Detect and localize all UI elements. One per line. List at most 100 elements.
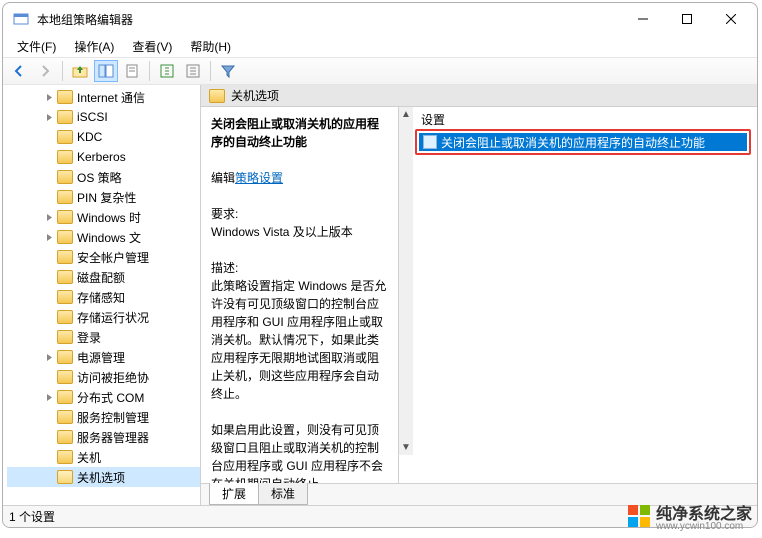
tree-item[interactable]: iSCSI	[7, 107, 200, 127]
tree-item-label: 关机	[77, 449, 101, 466]
tree-item[interactable]: 关机选项	[7, 467, 200, 487]
titlebar: 本地组策略编辑器	[3, 3, 757, 35]
forward-button[interactable]	[33, 60, 57, 82]
folder-icon	[57, 290, 73, 304]
expand-icon[interactable]	[43, 211, 55, 223]
tree-item[interactable]: Kerberos	[7, 147, 200, 167]
description-text: 此策略设置指定 Windows 是否允许没有可见顶级窗口的控制台应用程序和 GU…	[211, 279, 386, 483]
tree-item[interactable]: 关机	[7, 447, 200, 467]
toolbar-separator	[149, 61, 150, 81]
export-list-button[interactable]	[181, 60, 205, 82]
tree-item-label: iSCSI	[77, 110, 108, 124]
scroll-down-icon[interactable]: ▼	[401, 442, 411, 453]
tree-item[interactable]: 分布式 COM	[7, 387, 200, 407]
tree-item-label: OS 策略	[77, 169, 122, 186]
tree-item[interactable]: 存储运行状况	[7, 307, 200, 327]
tab-extended[interactable]: 扩展	[209, 483, 259, 505]
tree-item[interactable]: 安全帐户管理	[7, 247, 200, 267]
policy-title: 关闭会阻止或取消关机的应用程序的自动终止功能	[211, 117, 379, 149]
watermark-url: www.ycwin100.com	[656, 521, 752, 532]
folder-icon	[57, 470, 73, 484]
requirements-label: 要求:	[211, 207, 238, 221]
highlight-box: 关闭会阻止或取消关机的应用程序的自动终止功能	[415, 129, 751, 155]
list-scrollbar[interactable]: ▲ ▼	[399, 107, 413, 455]
window-controls	[621, 5, 753, 33]
tree-item-label: 服务控制管理	[77, 409, 149, 426]
folder-icon	[57, 90, 73, 104]
no-expand	[43, 311, 55, 323]
tree-pane[interactable]: Internet 通信 iSCSI KDC Kerberos OS 策略PIN 复杂性 W…	[3, 85, 201, 505]
tree-item[interactable]: Windows 时	[7, 207, 200, 227]
tree-item-label: 电源管理	[77, 349, 125, 366]
no-expand	[43, 431, 55, 443]
folder-icon	[57, 350, 73, 364]
tree-item[interactable]: 服务器管理器	[7, 427, 200, 447]
description-label: 描述:	[211, 261, 238, 275]
tree-item-label: 分布式 COM	[77, 389, 144, 406]
folder-up-button[interactable]	[68, 60, 92, 82]
folder-icon	[57, 230, 73, 244]
app-icon	[13, 11, 29, 27]
scroll-up-icon[interactable]: ▲	[401, 109, 411, 120]
menu-action[interactable]: 操作(A)	[66, 36, 122, 57]
expand-icon[interactable]	[43, 231, 55, 243]
menu-file[interactable]: 文件(F)	[9, 36, 64, 57]
menu-help[interactable]: 帮助(H)	[182, 36, 239, 57]
properties-button[interactable]	[120, 60, 144, 82]
folder-icon	[57, 190, 73, 204]
minimize-button[interactable]	[621, 5, 665, 33]
close-button[interactable]	[709, 5, 753, 33]
status-text: 1 个设置	[9, 508, 55, 525]
no-expand	[43, 291, 55, 303]
tree-item[interactable]: 存储感知	[7, 287, 200, 307]
tree-item-label: 安全帐户管理	[77, 249, 149, 266]
show-hide-tree-button[interactable]	[94, 60, 118, 82]
folder-icon	[57, 330, 73, 344]
no-expand	[43, 251, 55, 263]
folder-icon	[57, 110, 73, 124]
tree-item[interactable]: 磁盘配额	[7, 267, 200, 287]
tree-item[interactable]: OS 策略	[7, 167, 200, 187]
tree-item[interactable]: Windows 文	[7, 227, 200, 247]
tab-standard[interactable]: 标准	[258, 483, 308, 505]
folder-icon	[57, 310, 73, 324]
folder-icon	[57, 370, 73, 384]
setting-item-selected[interactable]: 关闭会阻止或取消关机的应用程序的自动终止功能	[419, 133, 747, 151]
main-area: Internet 通信 iSCSI KDC Kerberos OS 策略PIN 复杂性 W…	[3, 85, 757, 505]
refresh-button[interactable]	[155, 60, 179, 82]
edit-policy-link[interactable]: 策略设置	[235, 171, 283, 185]
toolbar	[3, 57, 757, 85]
tree-item[interactable]: 登录	[7, 327, 200, 347]
watermark-logo-icon	[628, 505, 650, 527]
tree-item-label: 关机选项	[77, 469, 125, 486]
tree-item-label: 服务器管理器	[77, 429, 149, 446]
tree-item[interactable]: PIN 复杂性	[7, 187, 200, 207]
tree-item-label: 访问被拒绝协	[77, 369, 149, 386]
tree-item-label: 存储感知	[77, 289, 125, 306]
no-expand	[43, 271, 55, 283]
filter-button[interactable]	[216, 60, 240, 82]
expand-icon[interactable]	[43, 391, 55, 403]
maximize-button[interactable]	[665, 5, 709, 33]
tree-item-label: 登录	[77, 329, 101, 346]
tree-item-label: Windows 时	[77, 209, 141, 226]
back-button[interactable]	[7, 60, 31, 82]
expand-icon[interactable]	[43, 351, 55, 363]
menu-view[interactable]: 查看(V)	[124, 36, 180, 57]
tree-item[interactable]: 电源管理	[7, 347, 200, 367]
tree-item[interactable]: Internet 通信	[7, 87, 200, 107]
folder-icon	[57, 270, 73, 284]
expand-icon[interactable]	[43, 111, 55, 123]
tree-item-label: Windows 文	[77, 229, 141, 246]
tree-item-label: Kerberos	[77, 150, 126, 164]
tree-item[interactable]: KDC	[7, 127, 200, 147]
no-expand	[43, 331, 55, 343]
tree-item[interactable]: 访问被拒绝协	[7, 367, 200, 387]
folder-icon	[57, 170, 73, 184]
no-expand	[43, 371, 55, 383]
folder-icon	[209, 89, 225, 103]
tree-item[interactable]: 服务控制管理	[7, 407, 200, 427]
expand-icon[interactable]	[43, 91, 55, 103]
menubar: 文件(F) 操作(A) 查看(V) 帮助(H)	[3, 35, 757, 57]
edit-label: 编辑	[211, 171, 235, 185]
